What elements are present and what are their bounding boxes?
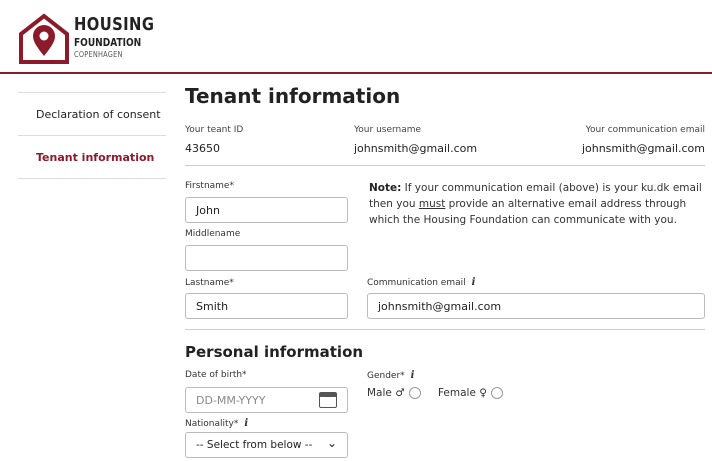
ku-email-note: Note: If your communication email (above… bbox=[369, 180, 709, 228]
tenant-id-label: Your teant ID bbox=[185, 125, 244, 135]
communication-email-field-label: Communication email i bbox=[367, 277, 475, 288]
nationality-select[interactable]: -- Select from below -- ⌄ bbox=[185, 432, 348, 458]
page-title: Tenant information bbox=[185, 84, 401, 108]
sidebar-item-label: Tenant information bbox=[36, 150, 155, 164]
male-radio[interactable] bbox=[408, 387, 421, 399]
male-label: Male ♂ bbox=[367, 387, 405, 399]
info-icon[interactable]: i bbox=[411, 370, 415, 381]
date-of-birth-label: Date of birth* bbox=[185, 370, 247, 380]
nationality-label: Nationality* i bbox=[185, 418, 248, 429]
gender-options: Male ♂ Female ♀ bbox=[367, 387, 503, 399]
divider bbox=[185, 329, 705, 330]
logo-text-housing: HOUSING bbox=[74, 14, 155, 35]
gender-label-text: Gender* bbox=[367, 371, 405, 381]
lastname-value: Smith bbox=[196, 299, 229, 313]
female-label: Female ♀ bbox=[437, 387, 487, 399]
nationality-label-text: Nationality* bbox=[185, 419, 239, 429]
username-label: Your username bbox=[354, 125, 422, 135]
communication-email-value: johnsmith@gmail.com bbox=[581, 142, 705, 155]
communication-email-input[interactable]: johnsmith@gmail.com bbox=[367, 293, 705, 319]
nationality-selected-value: -- Select from below -- bbox=[196, 439, 313, 451]
housing-foundation-logo[interactable]: HOUSING FOUNDATION COPENHAGEN bbox=[18, 10, 154, 66]
date-of-birth-placeholder: DD-MM-YYYY bbox=[196, 393, 266, 407]
sidebar-item-declaration-of-consent[interactable]: Declaration of consent bbox=[18, 92, 166, 136]
sidebar-item-label: Declaration of consent bbox=[36, 107, 161, 121]
logo-text-foundation: FOUNDATION bbox=[74, 36, 142, 49]
divider bbox=[185, 165, 705, 166]
middlename-input[interactable] bbox=[185, 245, 348, 271]
chevron-down-icon: ⌄ bbox=[326, 436, 337, 450]
logo-text-copenhagen: COPENHAGEN bbox=[74, 50, 123, 59]
note-heading: Note: bbox=[369, 182, 402, 194]
gender-label: Gender* i bbox=[367, 370, 414, 381]
communication-email-label: Your communication email bbox=[585, 125, 705, 135]
firstname-input[interactable]: John bbox=[185, 197, 348, 223]
sidebar: Declaration of consent Tenant informatio… bbox=[18, 92, 166, 179]
tenant-id-value: 43650 bbox=[185, 142, 220, 155]
firstname-label: Firstname* bbox=[185, 181, 234, 191]
header: HOUSING FOUNDATION COPENHAGEN bbox=[0, 0, 712, 74]
username-value: johnsmith@gmail.com bbox=[354, 142, 478, 155]
firstname-value: John bbox=[196, 203, 220, 217]
personal-information-heading: Personal information bbox=[185, 343, 364, 361]
gender-option-female[interactable]: Female ♀ bbox=[438, 387, 503, 399]
info-icon[interactable]: i bbox=[244, 418, 248, 429]
lastname-input[interactable]: Smith bbox=[185, 293, 348, 319]
female-radio[interactable] bbox=[490, 387, 503, 399]
info-icon[interactable]: i bbox=[472, 277, 476, 288]
communication-email-field-label-text: Communication email bbox=[367, 278, 466, 288]
middlename-label: Middlename bbox=[185, 229, 241, 239]
gender-option-male[interactable]: Male ♂ bbox=[367, 387, 421, 399]
lastname-label: Lastname* bbox=[185, 278, 234, 288]
calendar-icon[interactable] bbox=[319, 392, 337, 408]
sidebar-item-tenant-information[interactable]: Tenant information bbox=[18, 136, 166, 179]
house-pin-icon bbox=[19, 13, 69, 64]
date-of-birth-input[interactable]: DD-MM-YYYY bbox=[185, 387, 348, 413]
communication-email-input-value: johnsmith@gmail.com bbox=[378, 299, 502, 313]
note-must: must bbox=[418, 198, 446, 210]
